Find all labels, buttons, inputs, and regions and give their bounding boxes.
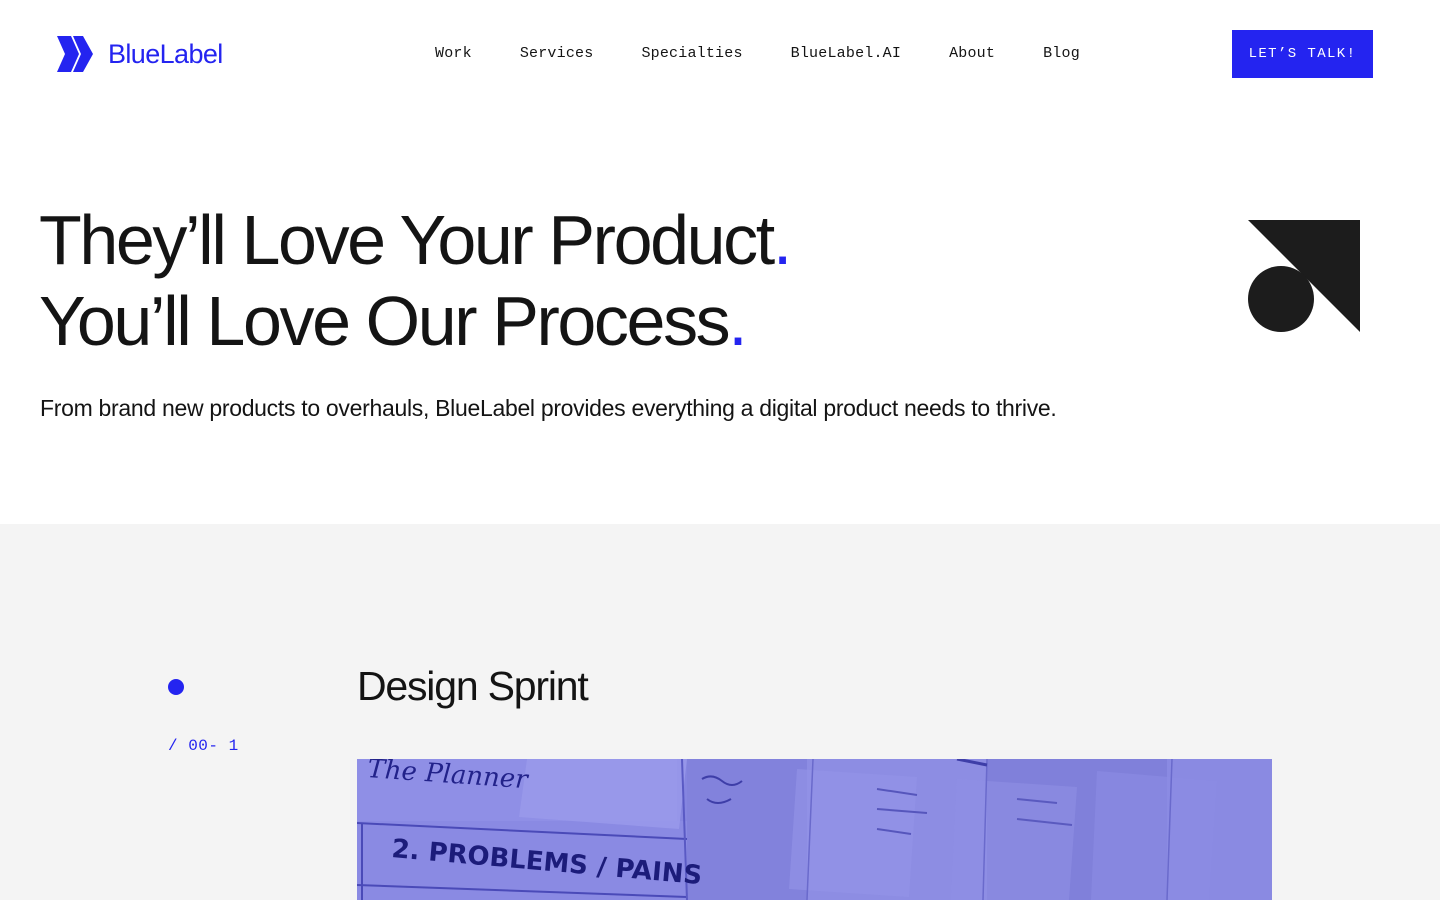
hero-subtitle: From brand new products to overhauls, Bl… [40, 395, 1057, 421]
circle-triangle-shape-icon [1248, 220, 1360, 332]
nav-item-bluelabel-ai[interactable]: BlueLabel.AI [791, 44, 901, 64]
bluelabel-chevron-icon [57, 36, 93, 72]
nav-item-services[interactable]: Services [520, 44, 594, 64]
hero-title: They’ll Love Your Product. You’ll Love O… [39, 200, 792, 362]
step-number: / 00- 1 [168, 737, 239, 755]
lets-talk-button[interactable]: LET’S TALK! [1232, 30, 1373, 78]
hero-title-period-2: . [728, 282, 747, 360]
hero-title-line-1-text: They’ll Love Your Product [39, 201, 775, 279]
nav-item-about[interactable]: About [949, 44, 995, 64]
hero-title-period-1: . [772, 201, 792, 279]
nav-item-work[interactable]: Work [435, 44, 472, 64]
step-title: Design Sprint [357, 663, 589, 709]
process-section: / 00- 1 Design Sprint The Planner 2. PRO… [0, 524, 1440, 900]
whiteboard-photo-illustration: The Planner 2. PROBLEMS / PAINS [357, 759, 1272, 900]
design-sprint-image: The Planner 2. PROBLEMS / PAINS [357, 759, 1272, 900]
nav-item-blog[interactable]: Blog [1043, 44, 1080, 64]
hero-title-line-1: They’ll Love Your Product. [39, 200, 792, 281]
logo-wordmark: BlueLabel [108, 39, 223, 69]
step-indicator-dot [168, 679, 184, 695]
main-nav: Work Services Specialties BlueLabel.AI A… [435, 44, 1080, 64]
site-header: BlueLabel Work Services Specialties Blue… [0, 0, 1440, 110]
bluelabel-logo[interactable]: BlueLabel [57, 36, 223, 72]
nav-item-specialties[interactable]: Specialties [641, 44, 742, 64]
hero-title-line-2: You’ll Love Our Process. [39, 281, 790, 362]
hero-title-line-2-text: You’ll Love Our Process [39, 282, 731, 360]
